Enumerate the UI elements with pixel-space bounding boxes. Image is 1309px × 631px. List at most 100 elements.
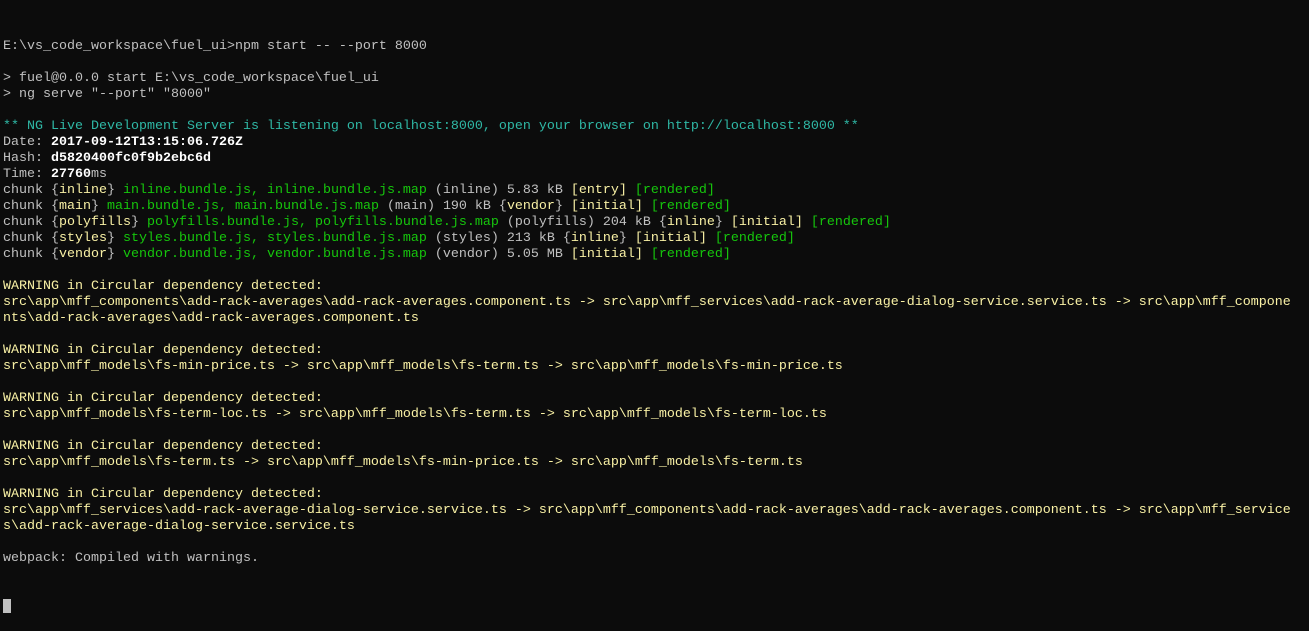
terminal-line: WARNING in Circular dependency detected: xyxy=(3,487,1309,503)
terminal-text: E:\vs_code_workspace\fuel_ui>npm start -… xyxy=(3,39,427,54)
terminal-text: vendor.bundle.js, vendor.bundle.js.map xyxy=(123,247,427,262)
terminal-text: WARNING in Circular dependency detected: xyxy=(3,487,323,502)
terminal-text: polyfills.bundle.js, polyfills.bundle.js… xyxy=(146,215,499,230)
terminal-line: WARNING in Circular dependency detected: xyxy=(3,343,1309,359)
terminal-text: nts\add-rack-averages\add-rack-averages.… xyxy=(3,311,419,326)
terminal-line: chunk {polyfills} polyfills.bundle.js, p… xyxy=(3,215,1309,231)
terminal-line: src\app\mff_components\add-rack-averages… xyxy=(3,295,1309,311)
terminal-text: chunk { xyxy=(3,231,59,246)
terminal-text: chunk { xyxy=(3,199,59,214)
terminal-text: main xyxy=(59,199,91,214)
terminal-text: main.bundle.js, main.bundle.js.map xyxy=(107,199,379,214)
terminal-lines: E:\vs_code_workspace\fuel_ui>npm start -… xyxy=(3,39,1309,567)
terminal-text: (main) 190 kB { xyxy=(378,199,507,214)
terminal-text: > ng serve "--port" "8000" xyxy=(3,87,211,102)
terminal-text: ms xyxy=(91,167,107,182)
terminal-text: } xyxy=(107,183,123,198)
terminal-text: chunk { xyxy=(3,183,59,198)
terminal-text: [rendered] xyxy=(810,215,891,230)
terminal-text: [rendered] xyxy=(650,199,731,214)
terminal-text: } xyxy=(554,199,571,214)
terminal-line: chunk {vendor} vendor.bundle.js, vendor.… xyxy=(3,247,1309,263)
terminal-text: polyfills xyxy=(59,215,131,230)
terminal-text: src\app\mff_models\fs-term.ts -> src\app… xyxy=(3,455,803,470)
terminal-text: vendor xyxy=(59,247,107,262)
terminal-text: styles.bundle.js, styles.bundle.js.map xyxy=(123,231,427,246)
terminal-text: (inline) 5.83 kB xyxy=(426,183,571,198)
terminal-line: chunk {main} main.bundle.js, main.bundle… xyxy=(3,199,1309,215)
terminal-text: > fuel@0.0.0 start E:\vs_code_workspace\… xyxy=(3,71,379,86)
terminal-text: } xyxy=(107,231,123,246)
terminal-text: s\add-rack-average-dialog-service.servic… xyxy=(3,519,355,534)
terminal-text: } xyxy=(130,215,147,230)
terminal-text: [initial] xyxy=(730,215,803,230)
terminal-text: WARNING in Circular dependency detected: xyxy=(3,391,323,406)
terminal-text: webpack: Compiled with warnings. xyxy=(3,551,259,566)
terminal-text: styles xyxy=(59,231,107,246)
terminal-line: nts\add-rack-averages\add-rack-averages.… xyxy=(3,311,1309,327)
terminal-text: [initial] xyxy=(634,231,707,246)
terminal-text: (vendor) 5.05 MB xyxy=(426,247,571,262)
terminal-text: src\app\mff_models\fs-min-price.ts -> sr… xyxy=(3,359,843,374)
terminal-line: src\app\mff_models\fs-min-price.ts -> sr… xyxy=(3,359,1309,375)
terminal-line: src\app\mff_models\fs-term.ts -> src\app… xyxy=(3,455,1309,471)
terminal-text: inline xyxy=(570,231,619,246)
terminal-line: chunk {styles} styles.bundle.js, styles.… xyxy=(3,231,1309,247)
terminal-line: src\app\mff_services\add-rack-average-di… xyxy=(3,503,1309,519)
text-cursor xyxy=(3,599,11,613)
terminal-text: 27760 xyxy=(51,167,91,182)
terminal-text: (polyfills) 204 kB { xyxy=(498,215,667,230)
terminal-text: inline xyxy=(59,183,107,198)
terminal-text: chunk { xyxy=(3,247,59,262)
terminal-text: inline.bundle.js, inline.bundle.js.map xyxy=(123,183,427,198)
terminal-line: > fuel@0.0.0 start E:\vs_code_workspace\… xyxy=(3,71,1309,87)
terminal-text: Hash: xyxy=(3,151,51,166)
terminal-line: Time: 27760ms xyxy=(3,167,1309,183)
terminal-text: src\app\mff_services\add-rack-average-di… xyxy=(3,503,1291,518)
terminal-text: [entry] xyxy=(570,183,627,198)
terminal-text: vendor xyxy=(506,199,555,214)
terminal-text: WARNING in Circular dependency detected: xyxy=(3,279,323,294)
terminal-text: 2017-09-12T13:15:06.726Z xyxy=(51,135,243,150)
terminal-text: d5820400fc0f9b2ebc6d xyxy=(51,151,211,166)
terminal-text: [initial] xyxy=(570,247,643,262)
terminal-text: [rendered] xyxy=(714,231,795,246)
terminal-text: Time: xyxy=(3,167,51,182)
terminal-line: WARNING in Circular dependency detected: xyxy=(3,279,1309,295)
terminal-line: Hash: d5820400fc0f9b2ebc6d xyxy=(3,151,1309,167)
terminal-text: } xyxy=(107,247,123,262)
terminal-line: chunk {inline} inline.bundle.js, inline.… xyxy=(3,183,1309,199)
terminal-line: s\add-rack-average-dialog-service.servic… xyxy=(3,519,1309,535)
terminal-text: (styles) 213 kB { xyxy=(426,231,571,246)
terminal-line: webpack: Compiled with warnings. xyxy=(3,551,1309,567)
terminal-output[interactable]: E:\vs_code_workspace\fuel_ui>npm start -… xyxy=(0,0,1309,613)
prompt-line[interactable] xyxy=(3,599,1309,615)
terminal-line: WARNING in Circular dependency detected: xyxy=(3,439,1309,455)
terminal-text: } xyxy=(91,199,107,214)
terminal-text: WARNING in Circular dependency detected: xyxy=(3,439,323,454)
terminal-text: chunk { xyxy=(3,215,59,230)
terminal-line: E:\vs_code_workspace\fuel_ui>npm start -… xyxy=(3,39,1309,55)
terminal-text: src\app\mff_components\add-rack-averages… xyxy=(3,295,1291,310)
terminal-text: src\app\mff_models\fs-term-loc.ts -> src… xyxy=(3,407,827,422)
terminal-text: ** NG Live Development Server is listeni… xyxy=(3,119,859,134)
terminal-line: src\app\mff_models\fs-term-loc.ts -> src… xyxy=(3,407,1309,423)
terminal-text: [initial] xyxy=(570,199,643,214)
terminal-text: Date: xyxy=(3,135,51,150)
terminal-line: WARNING in Circular dependency detected: xyxy=(3,391,1309,407)
terminal-text: } xyxy=(618,231,635,246)
terminal-text: [rendered] xyxy=(634,183,715,198)
